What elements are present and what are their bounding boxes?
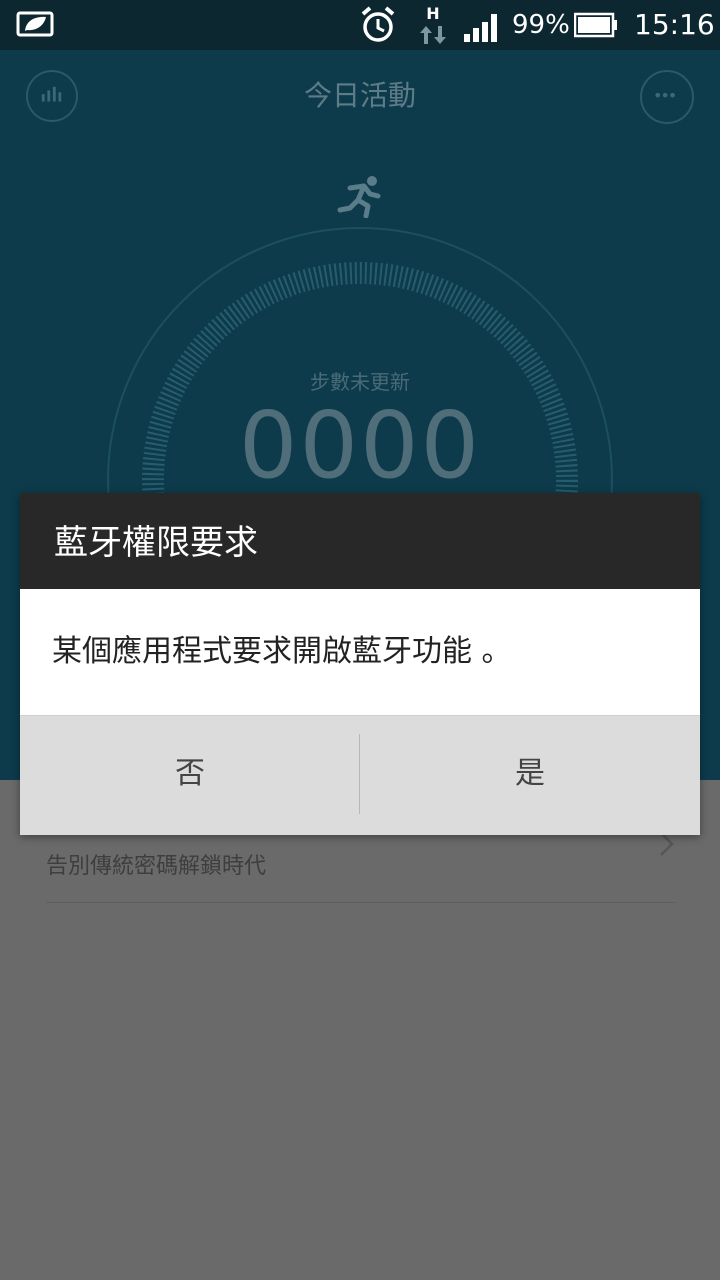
alarm-icon xyxy=(361,6,395,42)
bluetooth-permission-dialog: 藍牙權限要求 某個應用程式要求開啟藍牙功能 。 否 是 xyxy=(20,493,700,835)
svg-text:H: H xyxy=(426,4,439,23)
no-button[interactable]: 否 xyxy=(20,716,360,835)
signal-icon xyxy=(464,14,497,42)
steps-status-label: 步數未更新 xyxy=(310,370,410,394)
yes-button[interactable]: 是 xyxy=(360,716,700,835)
more-options-button[interactable] xyxy=(640,70,694,124)
dialog-message: 某個應用程式要求開啟藍牙功能 。 xyxy=(20,589,700,716)
battery-percent: 99% xyxy=(512,10,570,40)
step-count: 0000 xyxy=(238,392,482,499)
running-icon xyxy=(337,176,381,218)
battery-icon xyxy=(574,12,617,38)
leaf-battery-saver-icon xyxy=(16,11,54,37)
dialog-title: 藍牙權限要求 xyxy=(20,493,700,589)
more-dots-icon xyxy=(655,92,675,98)
list-divider xyxy=(46,902,676,903)
status-bar: H 99% 15:16 xyxy=(0,0,720,50)
data-arrows-icon: H xyxy=(420,4,446,44)
dialog-button-bar: 否 是 xyxy=(20,716,700,835)
page-title: 今日活動 xyxy=(303,79,416,112)
clock: 15:16 xyxy=(634,8,715,41)
list-item-subtitle: 告別傳統密碼解鎖時代 xyxy=(46,854,267,879)
